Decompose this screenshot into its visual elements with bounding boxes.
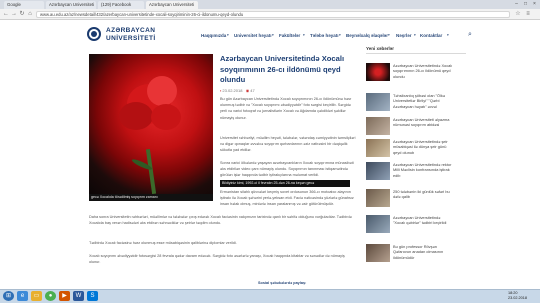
browser-tab-university[interactable]: Azərbaycan Universiteti	[46, 1, 96, 9]
browser-tabbar: Google Azərbaycan Universiteti (129) Fac…	[0, 0, 540, 9]
browser-tab-active[interactable]: Azərbaycan Universiteti	[146, 1, 198, 9]
chevron-down-icon: ▾	[447, 33, 449, 37]
back-icon[interactable]: ←	[2, 10, 10, 19]
news-thumbnail[interactable]	[366, 215, 390, 233]
word-icon[interactable]: W	[73, 291, 84, 301]
sidebar-divider	[366, 53, 466, 54]
news-thumbnail[interactable]	[366, 189, 390, 207]
chevron-down-icon: ▾	[339, 33, 341, 37]
share-label: Sosial şəbəkələrdə paylaş:	[258, 281, 307, 285]
article-paragraph: Ermənistan silahlı qüvvələri keçmiş sove…	[220, 190, 354, 207]
sidebar-news-item[interactable]: Azərbaycan Universitetində Xocalı soyqır…	[393, 63, 453, 79]
browser-menu-icon[interactable]: ≡	[524, 10, 532, 19]
article-paragraph: Daha sonra Universitetin rəhbərləri, müə…	[89, 215, 352, 226]
chevron-down-icon: ▾	[227, 33, 229, 37]
sidebar-news-item[interactable]: 250 tələbənin iki günlük səfəri bu dəfə …	[393, 189, 453, 206]
home-icon[interactable]: ⌂	[26, 10, 34, 19]
article-paragraph: Bu gün Azərbaycan Universitetində Xocalı…	[220, 97, 352, 120]
address-input[interactable]: www.au.edu.az/az/newsdetail/432/azerbayc…	[36, 11, 510, 18]
close-icon[interactable]: ×	[530, 0, 539, 8]
highlighted-sentence: Bildiyiniz kimi, 1992-ci il fevralın 25-…	[220, 180, 350, 187]
university-logo-icon[interactable]	[87, 27, 101, 41]
news-thumbnail[interactable]	[366, 117, 390, 135]
sidebar-news-item[interactable]: Bu gün professor Rövşən Qəfarovun anadan…	[393, 244, 453, 261]
chevron-down-icon: ▾	[303, 33, 305, 37]
start-button-icon[interactable]: ⊞	[3, 291, 14, 301]
article-paragraph: Xocalı soyqırımı əbədiyyətdir fotosərgis…	[89, 254, 345, 265]
minimize-icon[interactable]: –	[512, 0, 521, 8]
article-views: 47	[250, 88, 255, 93]
chrome-icon[interactable]: ●	[45, 291, 56, 301]
sidebar-news-item[interactable]: Azərbaycan Universitetində rektor Milli …	[393, 162, 453, 179]
sidebar-title: Yeni xəbərlər	[366, 46, 395, 51]
menu-item-university-life[interactable]: Universitet həyatı	[234, 33, 272, 38]
folder-icon[interactable]: ▭	[31, 291, 42, 301]
news-thumbnail[interactable]	[366, 63, 390, 81]
sidebar-news-item[interactable]: Azərbaycan Universitetində şeir müsabiqə…	[393, 139, 453, 156]
news-thumbnail[interactable]	[366, 93, 390, 111]
chevron-down-icon: ▾	[414, 33, 416, 37]
sidebar-news-item[interactable]: Azərbaycan Universitetində "Xocalı qəbir…	[393, 215, 453, 232]
article-title: Azərbaycan Universitetində Xocalı soyqır…	[220, 54, 345, 84]
news-thumbnail[interactable]	[366, 162, 390, 180]
search-icon[interactable]: ⌕	[468, 31, 472, 39]
chevron-down-icon: ▾	[388, 33, 390, 37]
article-paragraph: Universitet rəhbərliyi, müəllim heyəti, …	[220, 136, 356, 153]
article-meta: ▪23.02.2018 ◉47	[220, 88, 255, 93]
browser-toolbar: ← → ↻ ⌂ www.au.edu.az/az/newsdetail/432/…	[0, 9, 540, 20]
menu-item-about[interactable]: Haqqımızda	[201, 33, 226, 38]
menu-item-publications[interactable]: Nəşrlər	[396, 33, 412, 38]
logo-text-line1[interactable]: AZƏRBAYCAN	[106, 27, 155, 34]
clock-time[interactable]: 18:20	[508, 291, 518, 295]
news-thumbnail[interactable]	[366, 139, 390, 157]
bookmark-star-icon[interactable]: ☆	[514, 10, 522, 19]
explorer-icon[interactable]: e	[17, 291, 28, 301]
menu-item-faculties[interactable]: Fakültələr	[279, 33, 300, 38]
article-photo	[89, 54, 213, 194]
forward-icon[interactable]: →	[10, 10, 18, 19]
menu-item-international[interactable]: Beynəlxalq əlaqələr	[346, 33, 388, 38]
maximize-icon[interactable]: □	[521, 0, 530, 8]
article-date: 23.02.2018	[222, 88, 243, 93]
menu-item-contacts[interactable]: Kontaktlar	[420, 33, 442, 38]
article-paragraph: Tədbirdə Xocalı faciəsinə həsr olunmuş e…	[89, 241, 237, 245]
eye-icon: ◉	[245, 88, 250, 93]
skype-icon[interactable]: S	[87, 291, 98, 301]
chevron-down-icon: ▾	[272, 33, 274, 37]
browser-tab-facebook[interactable]: (129) Facebook	[98, 1, 144, 9]
clock-date[interactable]: 23.02.2018	[508, 296, 527, 300]
news-thumbnail[interactable]	[366, 244, 390, 262]
menu-item-student-life[interactable]: Tələbə həyatı	[310, 33, 339, 38]
photo-caption: gecə Xocalıda törədilmiş soyqırım zamanı	[89, 194, 213, 201]
reload-icon[interactable]: ↻	[18, 10, 26, 19]
sidebar-news-item[interactable]: Təhsilxanlıq şöbəsi olan "Ölkə Universit…	[393, 93, 453, 110]
article-paragraph: Sonra xarici ölkələrdə yaşayan azərbayca…	[220, 161, 354, 178]
browser-tab-google[interactable]: Google	[4, 1, 44, 9]
media-player-icon[interactable]: ▶	[59, 291, 70, 301]
sidebar-news-item[interactable]: Azərbaycan Universiteti əlyazma nümunəsi…	[393, 117, 453, 134]
logo-text-line2[interactable]: UNİVERSİTETİ	[106, 35, 156, 42]
